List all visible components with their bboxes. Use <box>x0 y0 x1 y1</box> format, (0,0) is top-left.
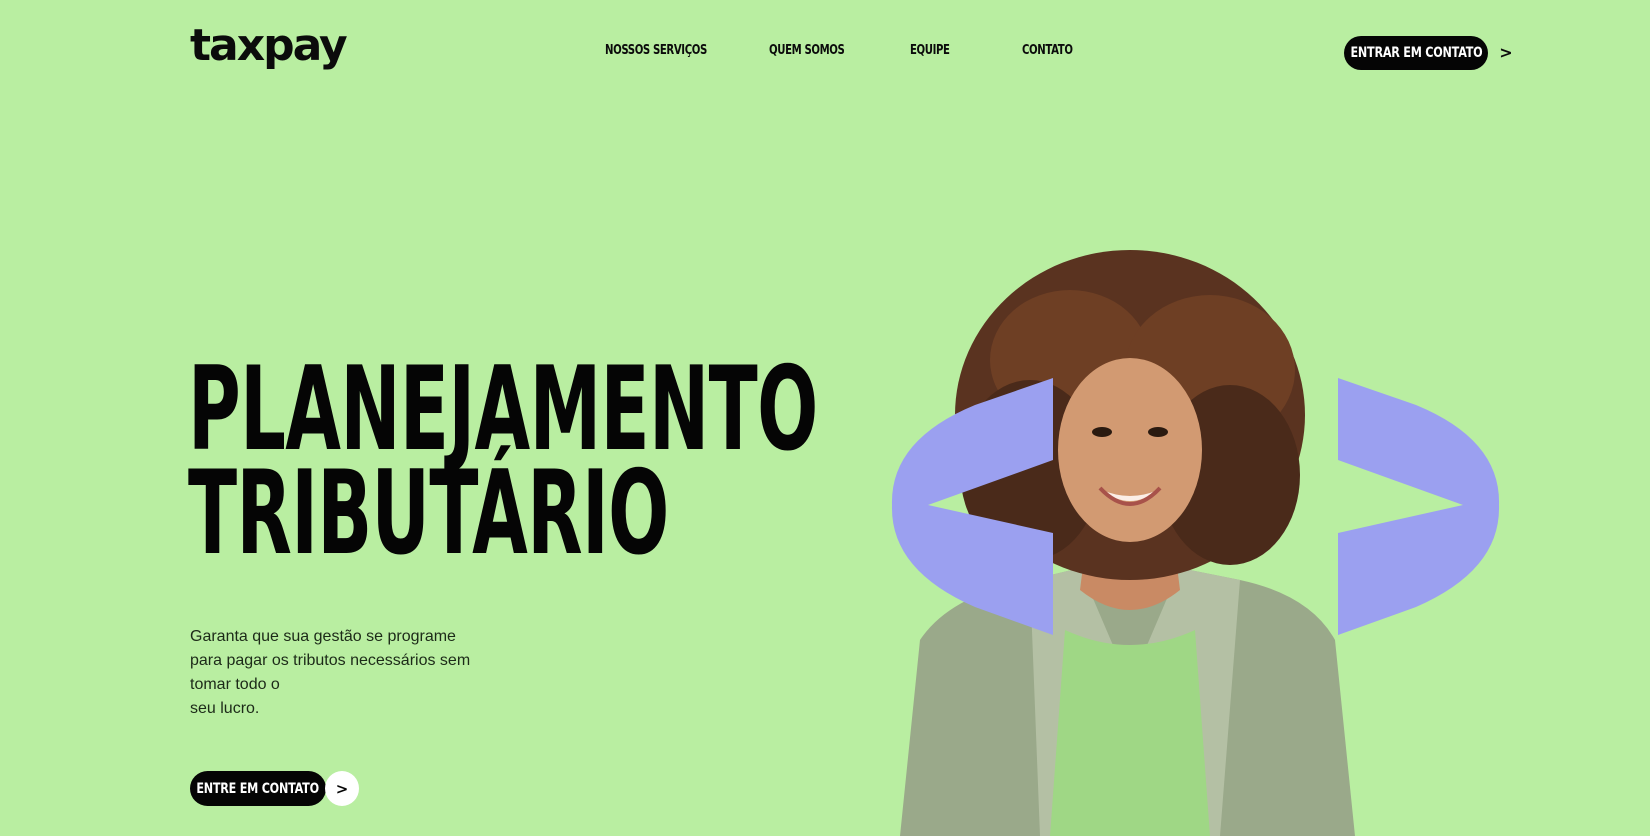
chevron-right-icon[interactable]: > <box>325 771 359 806</box>
hero-title: PLANEJAMENTO TRIBUTÁRIO <box>188 352 818 581</box>
hero-contact-button[interactable]: ENTRE EM CONTATO <box>190 771 326 806</box>
hero-subtitle-line: seu lucro. <box>190 700 260 717</box>
site-header: taxpay NOSSOS SERVIÇOS QUEM SOMOS EQUIPE… <box>0 0 1650 100</box>
hero-subtitle: Garanta que sua gestão se programe para … <box>190 625 490 721</box>
shirt-shape <box>1050 630 1210 836</box>
header-contact-button[interactable]: ENTRAR EM CONTATO <box>1344 36 1488 70</box>
hero-title-line-2: TRIBUTÁRIO <box>188 446 669 581</box>
nav-item-nossos-servicos[interactable]: NOSSOS SERVIÇOS <box>605 43 707 58</box>
nav-item-quem-somos[interactable]: QUEM SOMOS <box>769 43 845 58</box>
nav-item-contato[interactable]: CONTATO <box>1022 43 1073 58</box>
face-shape <box>1058 358 1202 542</box>
header-contact-button-label: ENTRAR EM CONTATO <box>1350 45 1482 61</box>
chevron-right-icon[interactable]: > <box>1496 40 1516 64</box>
nav-item-equipe[interactable]: EQUIPE <box>910 43 950 58</box>
woman-portrait-illustration <box>891 250 1500 836</box>
hero-contact-button-label: ENTRE EM CONTATO <box>196 780 320 797</box>
right-chevron-shape <box>1338 378 1500 635</box>
hero-subtitle-line: Garanta que sua gestão se programe <box>190 628 456 645</box>
hero-illustration <box>880 250 1520 836</box>
hero-subtitle-line: para pagar os tributos necessários sem <box>190 652 471 669</box>
hero-subtitle-line: tomar todo o <box>190 676 280 693</box>
